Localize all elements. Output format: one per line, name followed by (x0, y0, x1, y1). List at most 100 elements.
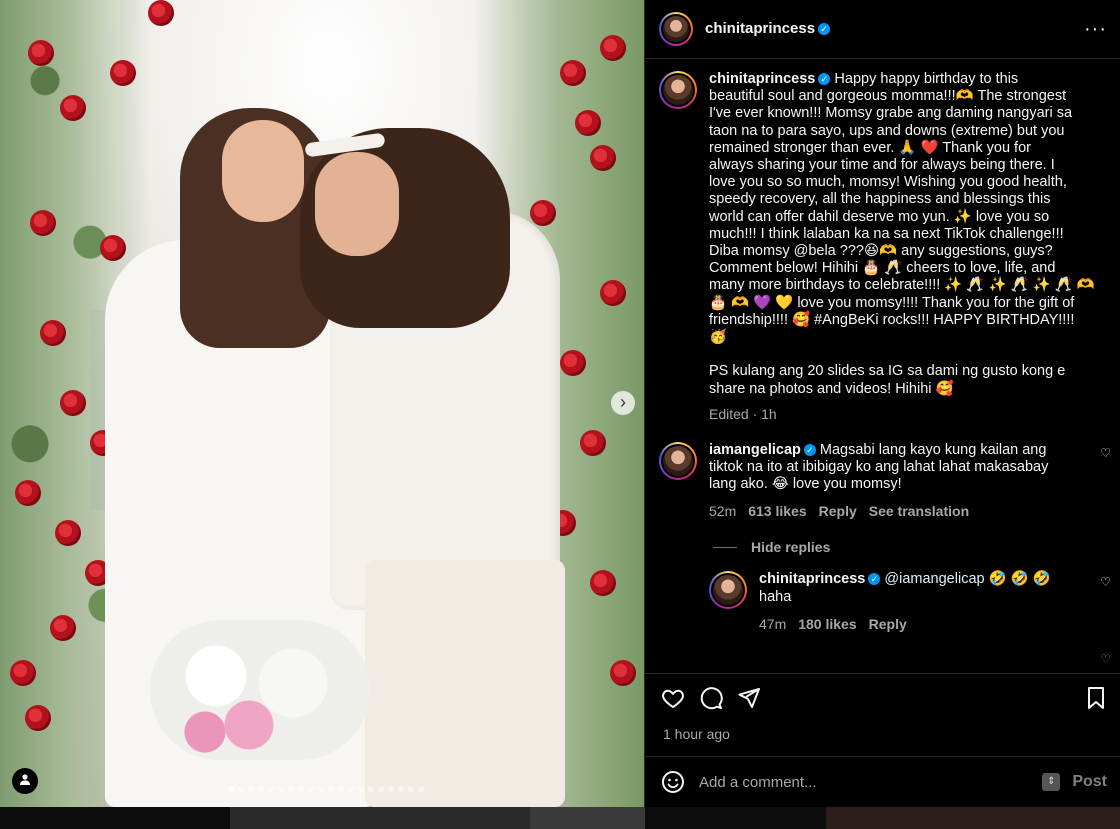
rose (55, 520, 81, 546)
author-username[interactable]: chinitaprincess (705, 20, 815, 37)
caption-line: Happy happy birthday to this (834, 71, 1019, 87)
hide-replies-label: Hide replies (751, 539, 831, 556)
next-slide-button[interactable]: › (611, 391, 635, 415)
caption-line: Comment below! Hihihi 🎂 🥂 cheers to love… (709, 260, 1056, 277)
scroll-fade (645, 644, 1120, 674)
rose (28, 40, 54, 66)
comments-scroll-area[interactable]: chinitaprincess ✓ Happy happy birthday to… (645, 59, 1120, 674)
rose (575, 110, 601, 136)
comment-reply-button[interactable]: Reply (819, 503, 857, 519)
bouquet (150, 620, 370, 760)
caption-line: taon na to para sayo, ups and downs (ext… (709, 122, 1065, 139)
verified-badge-icon: ✓ (818, 23, 831, 35)
person-right-skirt (365, 560, 565, 807)
reply-author-avatar[interactable] (709, 571, 747, 610)
person-right-face (315, 152, 399, 256)
add-comment-bar: ⇕ Post (645, 756, 1120, 807)
add-comment-input[interactable] (697, 772, 1031, 792)
carousel-dots (228, 786, 424, 792)
reply-text: chinitaprincess ✓ @iamangelicap 🤣 🤣 🤣 hah… (759, 571, 1107, 605)
caption-ps-line: PS kulang ang 20 slides sa IG sa dami ng… (709, 363, 1066, 380)
reply-reply-button[interactable]: Reply (869, 616, 907, 632)
post-time-ago: 1 hour ago (663, 726, 730, 742)
verified-badge-icon: ✓ (803, 443, 816, 456)
reply-mention-link[interactable]: @iamangelicap (884, 571, 984, 587)
post-photo[interactable]: › (0, 0, 644, 807)
caption-ps-line: share na photos and videos! Hihihi 🥰 (709, 380, 954, 397)
reply-emojis: 🤣 🤣 🤣 (988, 571, 1051, 588)
caption-line: remained stronger than ever. 🙏 ❤️ Thank … (709, 139, 1031, 156)
save-bookmark-icon[interactable] (1085, 686, 1107, 710)
post-actions-area: 1 hour ago ⇕ Post (645, 673, 1120, 807)
post-comment-button[interactable]: Post (1072, 773, 1107, 791)
rose (10, 660, 36, 686)
rose (600, 35, 626, 61)
rose (590, 570, 616, 596)
caption-line: world can offer dahil deserve mo yun. ✨ … (709, 208, 1050, 225)
rose (50, 615, 76, 641)
commenter-username[interactable]: iamangelicap (709, 442, 801, 458)
like-comment-heart-icon[interactable]: ♡ (1100, 446, 1111, 460)
comment-time: 52m (709, 503, 737, 520)
rose (148, 0, 174, 26)
more-options-icon[interactable]: ··· (1084, 18, 1107, 41)
caption-line: many more birthdays to celebrate!!!! ✨ 🥂… (709, 277, 1095, 294)
caption-line: 🎂 🫶 💜 💛 love you momsy!!!! Thank you for… (709, 294, 1075, 311)
rose (30, 210, 56, 236)
caption-username[interactable]: chinitaprincess (709, 71, 815, 87)
divider-line (713, 546, 737, 548)
post-caption: chinitaprincess ✓ Happy happy birthday to… (659, 71, 1107, 422)
rose (560, 60, 586, 86)
rose (610, 660, 636, 686)
emoji-picker-icon[interactable] (661, 770, 685, 794)
see-translation-button[interactable]: See translation (869, 503, 969, 519)
rose (40, 320, 66, 346)
background-thumbnail (230, 807, 530, 829)
rose (560, 350, 586, 376)
caption-text: chinitaprincess ✓ Happy happy birthday to… (709, 71, 1107, 398)
rose (580, 430, 606, 456)
hide-replies-button[interactable]: Hide replies (713, 539, 1107, 555)
person-left-face (222, 120, 304, 222)
caption-line: Diba momsy @bela ???😆🫶 any suggestions, … (709, 243, 1053, 260)
rose (110, 60, 136, 86)
reply-likes-button[interactable]: 180 likes (798, 616, 856, 632)
rose (590, 145, 616, 171)
caption-edited-time: Edited · 1h (709, 405, 777, 422)
action-bar (645, 674, 1120, 710)
background-thumbnail (530, 807, 645, 829)
caption-line: love you so so much, momsy! Wishing you … (709, 174, 1067, 191)
post-detail-panel: chinitaprincess ✓ ··· chinitaprincess ✓ Ha… (644, 0, 1120, 807)
gif-icon[interactable]: ⇕ (1042, 773, 1061, 791)
rose (60, 390, 86, 416)
reply-body: haha (759, 588, 792, 605)
commenter-avatar[interactable] (659, 441, 697, 480)
comment-likes-button[interactable]: 613 likes (748, 503, 806, 519)
comment-line: tiktok na ito at ibibigay ko ang lahat l… (709, 459, 1049, 476)
rose (25, 705, 51, 731)
reply-item: chinitaprincess ✓ @iamangelicap 🤣 🤣 🤣 hah… (709, 571, 1111, 632)
user-tags-icon[interactable] (12, 768, 38, 794)
rose (15, 480, 41, 506)
like-heart-icon[interactable] (661, 686, 685, 710)
caption-line: beautiful soul and gorgeous momma!!!🫶 Th… (709, 88, 1067, 105)
author-avatar[interactable] (659, 71, 697, 109)
comment-line: Magsabi lang kayo kung kailan ang (819, 441, 1047, 458)
rose (100, 235, 126, 261)
share-paper-plane-icon[interactable] (737, 686, 761, 710)
reply-time: 47m (759, 615, 787, 632)
caption-line: friendship!!!! 🥰 #AngBeKi rocks!!! HAPPY… (709, 311, 1075, 328)
rose (60, 95, 86, 121)
author-avatar[interactable] (659, 12, 693, 46)
rose (600, 280, 626, 306)
verified-badge-icon: ✓ (818, 73, 831, 85)
comment-item: iamangelicap ✓ Magsabi lang kayo kung kai… (659, 441, 1111, 520)
reply-username[interactable]: chinitaprincess (759, 571, 865, 587)
caption-line: 🥳 (709, 329, 728, 346)
comment-line: lang ako. 😂 love you momsy! (709, 476, 902, 493)
like-reply-heart-icon[interactable]: ♡ (1100, 575, 1111, 589)
background-thumbnail (826, 807, 1120, 829)
post-header: chinitaprincess ✓ ··· (645, 0, 1120, 59)
background-page-strip (0, 807, 1120, 829)
comment-bubble-icon[interactable] (699, 686, 723, 710)
